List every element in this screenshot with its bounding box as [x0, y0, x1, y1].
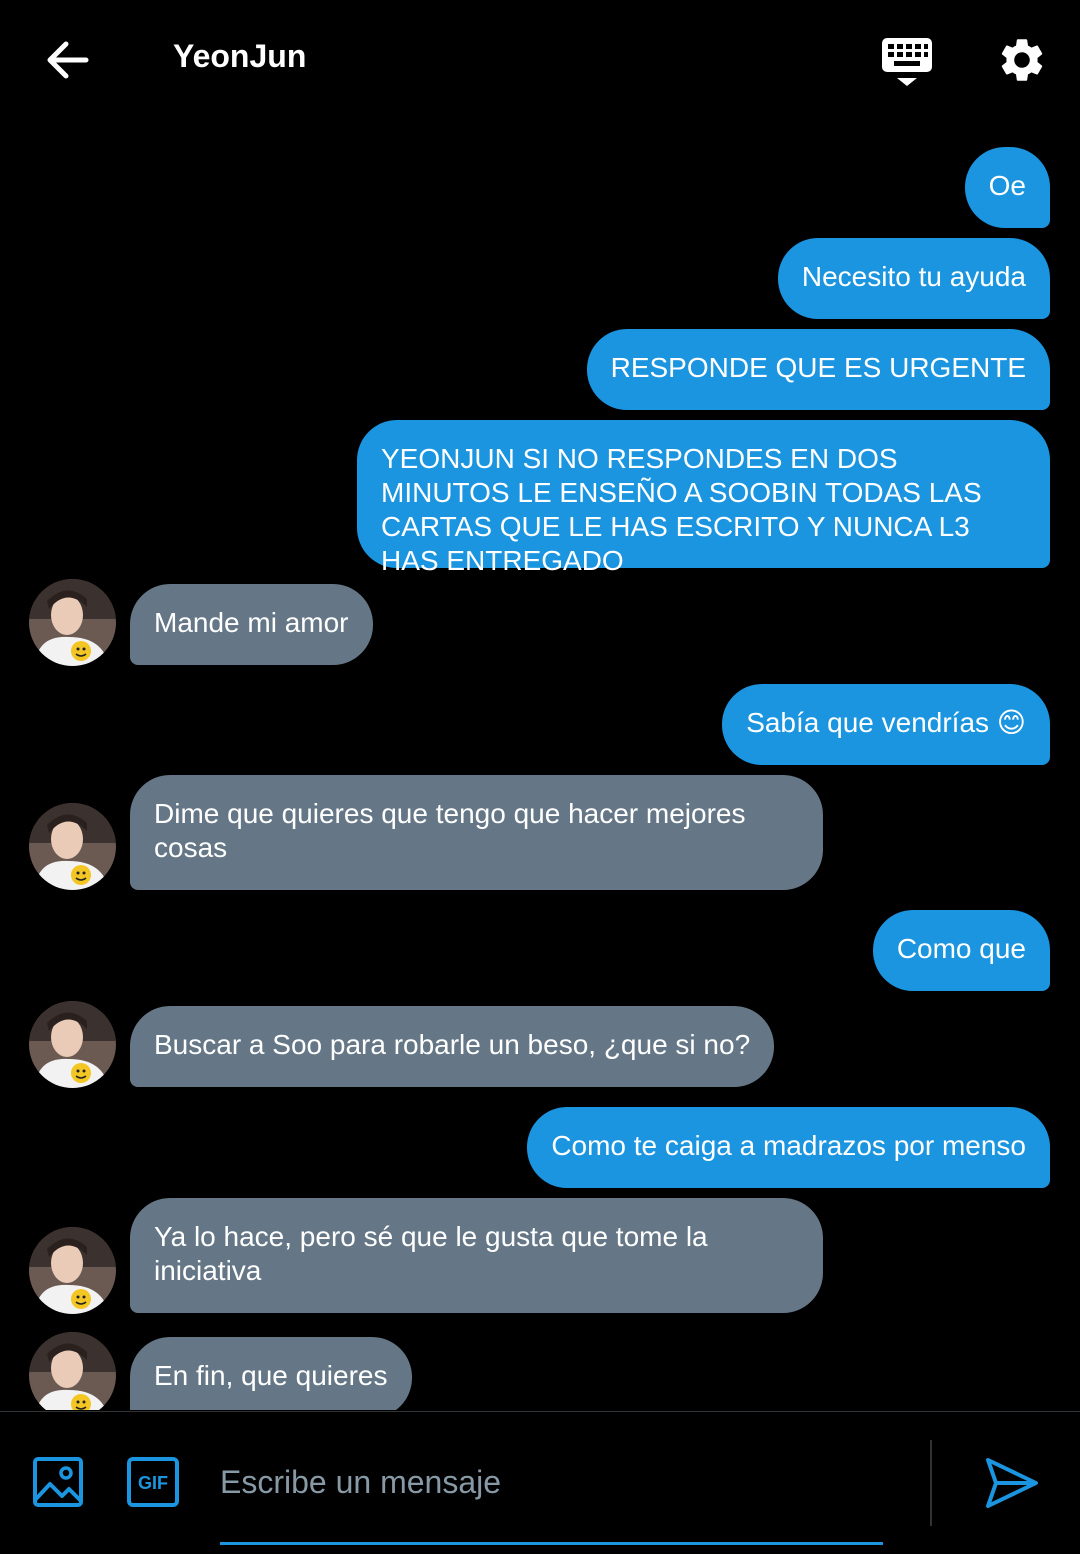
avatar-photo: [29, 1332, 116, 1410]
outgoing-message: YEONJUN SI NO RESPONDES EN DOS MINUTOS L…: [357, 420, 1050, 576]
outgoing-message: Necesito tu ayuda: [777, 238, 1050, 319]
back-button[interactable]: [44, 36, 92, 84]
avatar-photo: [29, 1001, 116, 1088]
outgoing-message: Como te caiga a madrazos por menso: [527, 1107, 1050, 1188]
avatar[interactable]: [29, 803, 116, 890]
keyboard-icon: [882, 38, 932, 86]
avatar[interactable]: [29, 579, 116, 666]
image-icon: [33, 1457, 83, 1507]
incoming-message: Dime que quieres que tengo que hacer mej…: [130, 775, 823, 890]
incoming-message: Ya lo hace, pero sé que le gusta que tom…: [130, 1198, 823, 1313]
avatar-photo: [29, 803, 116, 890]
conversation-title: YeonJun: [173, 38, 307, 74]
avatar[interactable]: [29, 1332, 116, 1410]
message-input[interactable]: [220, 1442, 883, 1522]
composer-divider: [930, 1440, 932, 1526]
settings-button[interactable]: [996, 34, 1048, 86]
message-composer: GIF: [0, 1411, 1080, 1554]
keyboard-toggle-button[interactable]: [880, 36, 934, 88]
incoming-message: Mande mi amor: [130, 584, 373, 665]
outgoing-message: RESPONDE QUE ES URGENTE: [586, 329, 1050, 410]
outgoing-message: Sabía que vendrías 😊: [722, 684, 1050, 765]
gif-icon: GIF: [127, 1457, 179, 1507]
avatar-photo: [29, 1227, 116, 1314]
send-icon: [986, 1458, 1038, 1508]
attach-image-button[interactable]: [32, 1456, 84, 1508]
gif-button[interactable]: GIF: [126, 1456, 180, 1508]
avatar-photo: [29, 579, 116, 666]
outgoing-message: Oe: [964, 147, 1050, 228]
avatar[interactable]: [29, 1001, 116, 1088]
chat-header: YeonJun: [0, 0, 1080, 120]
message-input-wrapper: [220, 1442, 883, 1545]
incoming-message: En fin, que quieres: [130, 1337, 412, 1410]
send-button[interactable]: [984, 1456, 1040, 1510]
outgoing-message: Como que: [872, 910, 1050, 991]
arrow-left-icon: [47, 41, 89, 79]
avatar[interactable]: [29, 1227, 116, 1314]
gif-label: GIF: [138, 1473, 168, 1493]
message-list[interactable]: Oe Necesito tu ayuda RESPONDE QUE ES URG…: [0, 140, 1080, 1410]
incoming-message: Buscar a Soo para robarle un beso, ¿que …: [130, 1006, 775, 1087]
gear-icon: [1001, 39, 1043, 81]
